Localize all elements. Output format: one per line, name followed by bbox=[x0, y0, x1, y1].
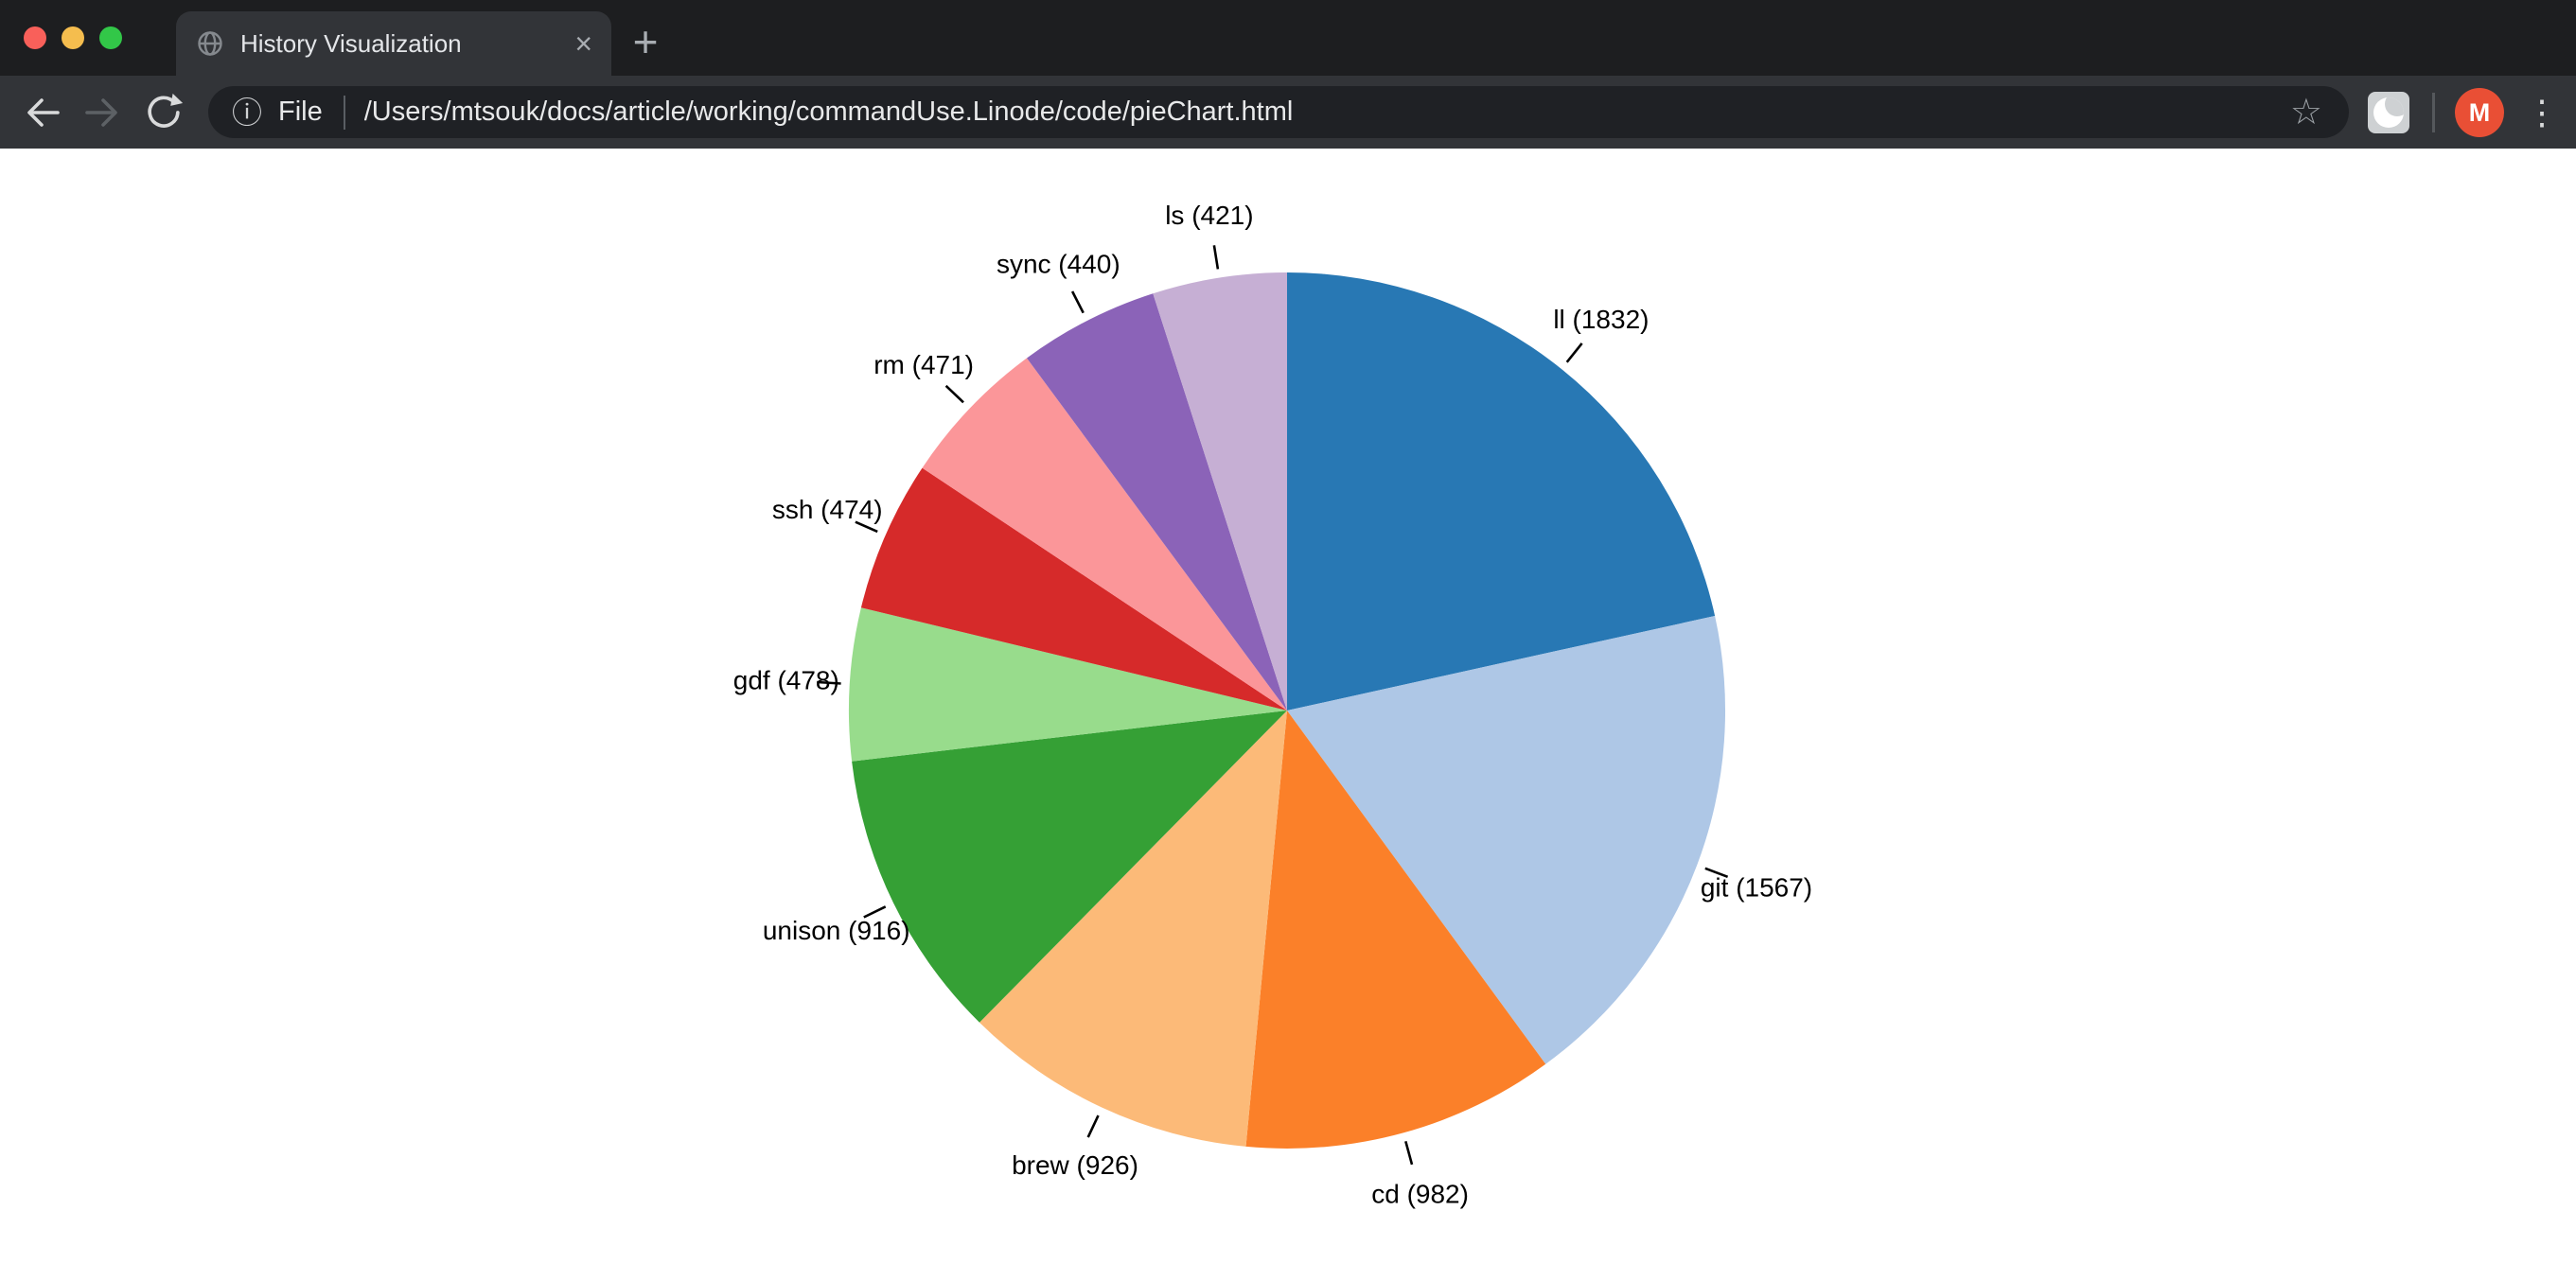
back-button[interactable] bbox=[19, 89, 66, 136]
window-minimize-button[interactable] bbox=[62, 26, 84, 49]
tab-strip: History Visualization × + bbox=[0, 0, 2576, 76]
pie-label-tick bbox=[946, 386, 963, 403]
window-zoom-button[interactable] bbox=[99, 26, 122, 49]
new-tab-button[interactable]: + bbox=[621, 17, 670, 66]
browser-tab[interactable]: History Visualization × bbox=[176, 11, 611, 76]
tab-close-icon[interactable]: × bbox=[574, 28, 592, 59]
window-close-button[interactable] bbox=[24, 26, 46, 49]
extension-button[interactable] bbox=[2368, 92, 2409, 133]
pie-slice-label: ssh (474) bbox=[772, 495, 883, 524]
pie-slice-label: rm (471) bbox=[873, 350, 974, 379]
tab-title: History Visualization bbox=[240, 29, 574, 59]
pie-slice-label: git (1567) bbox=[1701, 873, 1812, 903]
pie-slice-label: brew (926) bbox=[1012, 1150, 1138, 1180]
url-scheme-label: File bbox=[278, 97, 323, 128]
browser-menu-icon[interactable]: ⋮ bbox=[2521, 89, 2563, 136]
url-text[interactable]: /Users/mtsouk/docs/article/working/comma… bbox=[364, 97, 2290, 128]
extension-icon bbox=[2373, 97, 2404, 128]
pie-chart: ll (1832) git (1567) cd (982) brew (926) uni… bbox=[0, 149, 2576, 1276]
profile-avatar[interactable]: M bbox=[2455, 88, 2504, 137]
pie-label-tick bbox=[1405, 1141, 1412, 1165]
pie-slice-label: gdf (478) bbox=[733, 666, 839, 695]
page-content: ll (1832) git (1567) cd (982) brew (926) uni… bbox=[0, 149, 2576, 1276]
back-arrow-icon bbox=[22, 92, 63, 133]
pie-slice-label: ls (421) bbox=[1165, 201, 1253, 230]
forward-arrow-icon bbox=[81, 92, 123, 133]
browser-toolbar: ⓘ File /Users/mtsouk/docs/article/workin… bbox=[0, 76, 2576, 149]
toolbar-divider bbox=[2432, 93, 2435, 132]
reload-icon bbox=[142, 91, 185, 134]
reload-button[interactable] bbox=[140, 89, 187, 136]
pie-label-tick bbox=[1088, 1115, 1099, 1137]
globe-favicon-icon bbox=[197, 30, 223, 57]
page-info-icon[interactable]: ⓘ bbox=[232, 97, 262, 128]
address-bar[interactable]: ⓘ File /Users/mtsouk/docs/article/workin… bbox=[208, 86, 2349, 138]
pie-slice-label: sync (440) bbox=[997, 250, 1120, 279]
pie-label-tick bbox=[1567, 343, 1582, 362]
scheme-divider bbox=[344, 96, 345, 130]
pie-slice-label: cd (982) bbox=[1371, 1180, 1469, 1209]
forward-button[interactable] bbox=[79, 89, 126, 136]
pie-label-tick bbox=[1072, 291, 1084, 313]
pie-slice-label: ll (1832) bbox=[1553, 305, 1649, 334]
pie-label-tick bbox=[1214, 245, 1218, 269]
pie-slice-label: unison (916) bbox=[763, 916, 910, 945]
bookmark-star-icon[interactable]: ☆ bbox=[2290, 95, 2322, 131]
